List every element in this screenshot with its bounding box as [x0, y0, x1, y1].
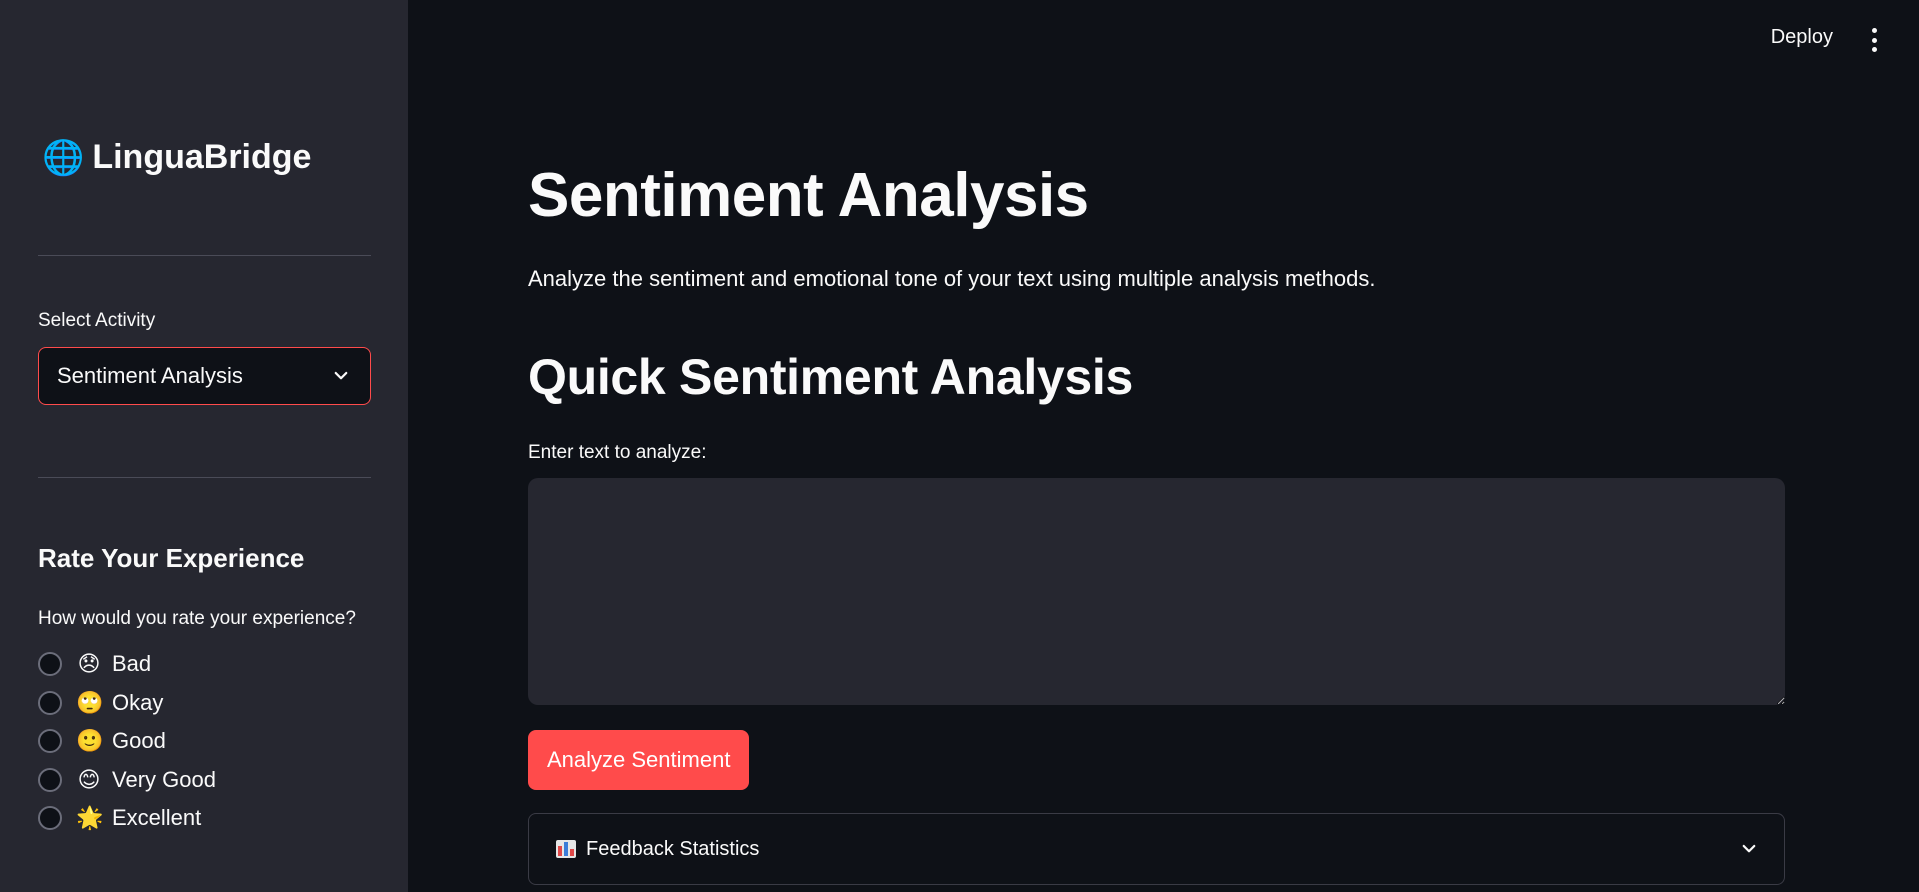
rating-option-label: Bad [112, 651, 152, 677]
eye-roll-face-icon: 🙄 [76, 689, 104, 715]
star-icon: 🌟 [76, 805, 104, 831]
page-description: Analyze the sentiment and emotional tone… [528, 266, 1376, 291]
activity-select-value: Sentiment Analysis [57, 363, 243, 388]
sidebar-divider [38, 477, 371, 478]
rating-option-label: Okay [112, 689, 164, 715]
brand: 🌐 LinguaBridge [42, 138, 311, 177]
rating-option-label: Excellent [112, 805, 202, 831]
sidebar: 🌐 LinguaBridge Select Activity Sentiment… [0, 0, 408, 892]
sidebar-divider [38, 255, 371, 256]
rating-question: How would you rate your experience? [38, 608, 356, 629]
rating-option-good[interactable]: 🙂 Good [38, 722, 216, 761]
analyze-sentiment-button[interactable]: Analyze Sentiment [528, 730, 750, 790]
chevron-down-icon [334, 371, 348, 380]
chevron-down-icon [1742, 844, 1756, 853]
rating-title: Rate Your Experience [38, 543, 305, 573]
radio-button[interactable] [38, 690, 62, 715]
expander-header: Feedback Statistics [556, 838, 759, 861]
app-root: 🌐 LinguaBridge Select Activity Sentiment… [0, 0, 1919, 892]
rating-option-bad[interactable]: 😞 Bad [38, 645, 216, 684]
page-title: Sentiment Analysis [528, 161, 1089, 230]
activity-select[interactable]: Sentiment Analysis [38, 347, 371, 405]
rating-option-label: Very Good [112, 766, 216, 792]
rating-option-label: Good [112, 728, 166, 754]
slight-smile-face-icon: 🙂 [76, 728, 104, 754]
globe-icon: 🌐 [42, 138, 85, 177]
expander-label: Feedback Statistics [586, 837, 760, 860]
rating-option-okay[interactable]: 🙄 Okay [38, 684, 216, 723]
bar-chart-icon [556, 840, 576, 858]
rating-option-excellent[interactable]: 🌟 Excellent [38, 799, 216, 838]
disappointed-face-icon: 😞 [77, 651, 101, 677]
radio-button[interactable] [38, 652, 62, 677]
main-content: Sentiment Analysis Analyze the sentiment… [528, 0, 1786, 892]
radio-button[interactable] [38, 806, 62, 831]
feedback-statistics-expander[interactable]: Feedback Statistics [528, 813, 1785, 885]
section-title: Quick Sentiment Analysis [528, 349, 1134, 405]
select-activity-label: Select Activity [38, 310, 156, 331]
rating-option-very-good[interactable]: 😊 Very Good [38, 761, 216, 800]
text-input-label: Enter text to analyze: [528, 442, 707, 463]
smiling-face-icon: 😊 [77, 766, 101, 792]
radio-button[interactable] [38, 729, 62, 754]
text-input-area[interactable] [528, 478, 1785, 705]
brand-name: LinguaBridge [92, 138, 312, 176]
radio-button[interactable] [38, 767, 62, 792]
kebab-menu-icon[interactable] [1869, 28, 1879, 52]
rating-radio-group: 😞 Bad 🙄 Okay 🙂 Good 😊 Very Good 🌟 Excell… [38, 645, 216, 838]
